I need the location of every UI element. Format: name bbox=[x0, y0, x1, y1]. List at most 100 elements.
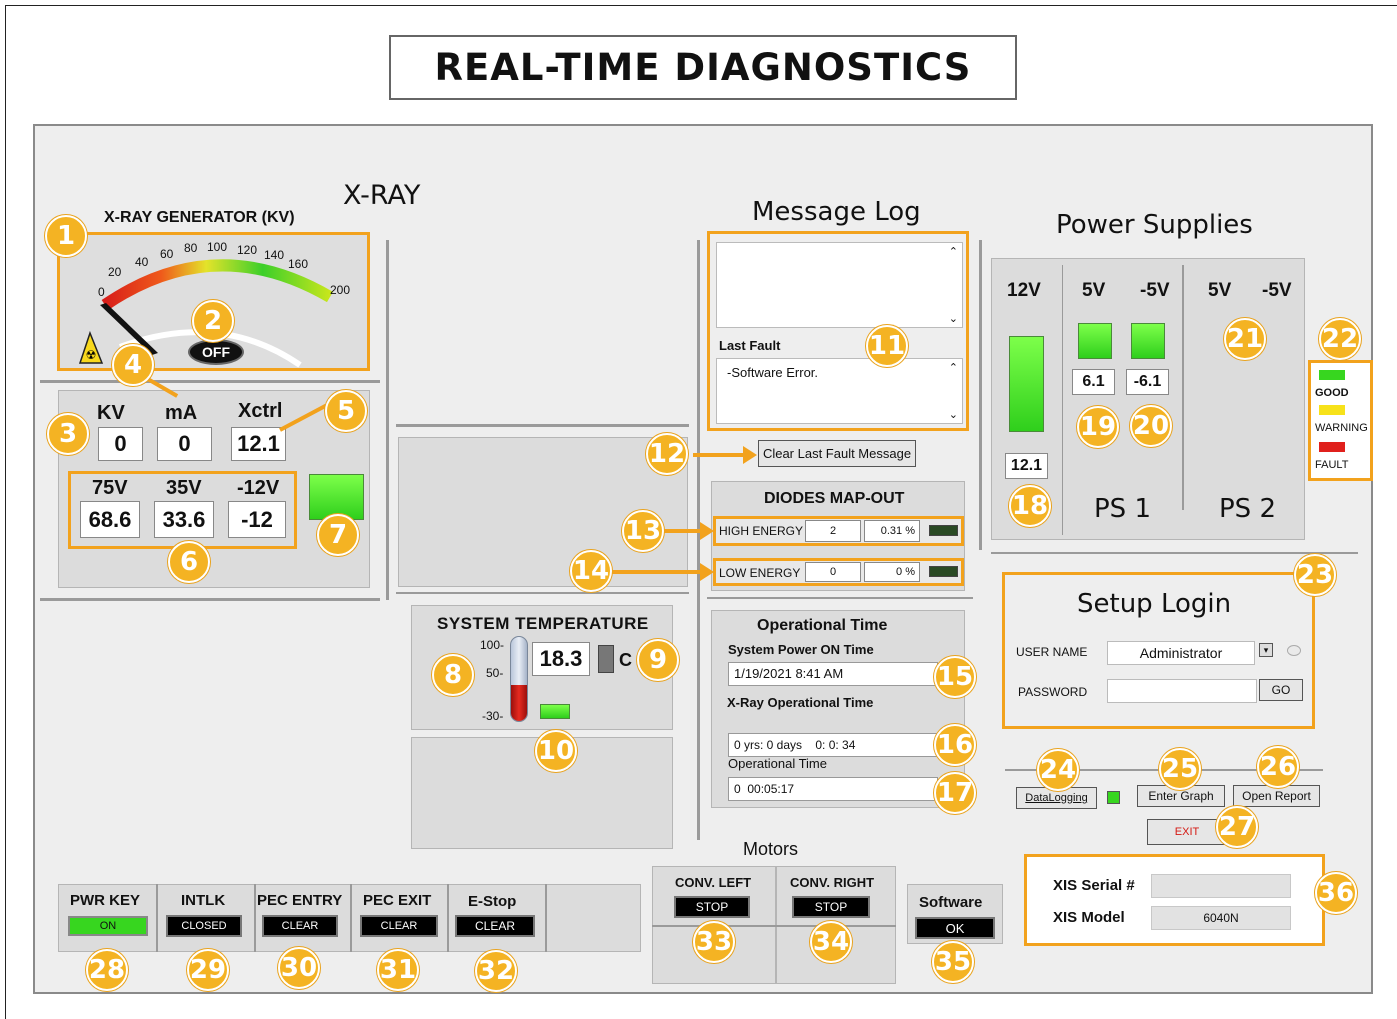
arrow-head-icon bbox=[700, 522, 714, 540]
gauge-tick: 0 bbox=[98, 285, 105, 299]
open-report-button[interactable]: Open Report bbox=[1233, 785, 1320, 807]
op-time-label: Operational Time bbox=[728, 756, 827, 771]
scroll-down-icon[interactable]: ⌄ bbox=[949, 408, 958, 421]
ma-value: 0 bbox=[157, 427, 212, 461]
divider bbox=[396, 592, 689, 594]
scroll-up-icon[interactable]: ⌃ bbox=[949, 361, 958, 374]
user-name-field[interactable]: Administrator bbox=[1107, 641, 1255, 665]
arrow-head-icon bbox=[700, 563, 714, 581]
arrow-head-icon bbox=[743, 446, 757, 464]
callout-badge: 34 bbox=[810, 921, 852, 963]
low-energy-count: 0 bbox=[805, 562, 861, 582]
last-fault-label: Last Fault bbox=[719, 338, 781, 353]
xctrl-value: 12.1 bbox=[231, 427, 286, 461]
thermometer bbox=[510, 636, 528, 722]
kv-value: 0 bbox=[98, 427, 143, 461]
setup-login-title: Setup Login bbox=[1077, 589, 1232, 619]
intlk-label: INTLK bbox=[181, 892, 226, 909]
callout-badge: 22 bbox=[1319, 318, 1361, 360]
pec-entry-label: PEC ENTRY bbox=[257, 892, 343, 909]
xray-section-title: X-RAY bbox=[343, 180, 421, 211]
last-fault-textarea[interactable]: -Software Error. ⌃ ⌄ bbox=[716, 358, 963, 424]
ps2-m5v-label: -5V bbox=[1262, 280, 1292, 301]
status-legend: GOOD WARNING FAULT bbox=[1308, 360, 1373, 481]
ps-m5v-label: -5V bbox=[1140, 280, 1170, 301]
divider bbox=[991, 552, 1358, 554]
divider bbox=[40, 598, 380, 601]
callout-badge: 28 bbox=[86, 949, 128, 991]
callout-badge: 3 bbox=[47, 413, 89, 455]
xis-serial-label: XIS Serial # bbox=[1053, 877, 1135, 894]
go-button[interactable]: GO bbox=[1259, 679, 1303, 701]
datalogging-led bbox=[1107, 791, 1120, 804]
user-name-label: USER NAME bbox=[1016, 645, 1088, 659]
temperature-title: SYSTEM TEMPERATURE bbox=[437, 614, 649, 633]
scroll-down-icon[interactable]: ⌄ bbox=[949, 312, 958, 325]
estop-status[interactable]: CLEAR bbox=[455, 915, 535, 937]
callout-badge: 7 bbox=[317, 514, 359, 556]
svg-text:☢: ☢ bbox=[86, 348, 97, 362]
conv-left-status[interactable]: STOP bbox=[674, 896, 750, 918]
software-label: Software bbox=[919, 894, 983, 911]
high-energy-count: 2 bbox=[805, 520, 861, 542]
callout-badge: 19 bbox=[1077, 406, 1119, 448]
callout-badge: 35 bbox=[932, 941, 974, 983]
callout-arrow bbox=[612, 570, 702, 574]
password-field[interactable] bbox=[1107, 679, 1257, 703]
gauge-off-indicator[interactable]: OFF bbox=[188, 339, 244, 365]
conv-right-status[interactable]: STOP bbox=[792, 896, 870, 918]
intlk-status[interactable]: CLOSED bbox=[166, 915, 242, 937]
software-status[interactable]: OK bbox=[915, 917, 995, 939]
ps-5v-label: 5V bbox=[1082, 280, 1106, 301]
ma-label: mA bbox=[165, 402, 198, 424]
callout-arrow bbox=[693, 453, 745, 457]
xis-serial-value bbox=[1151, 874, 1291, 898]
message-log-textarea[interactable]: ⌃ ⌄ bbox=[716, 242, 963, 328]
gauge-tick: 60 bbox=[160, 247, 174, 261]
login-status-led bbox=[1287, 645, 1301, 656]
pec-exit-status[interactable]: CLEAR bbox=[360, 915, 438, 937]
callout-badge: 25 bbox=[1159, 748, 1201, 790]
ps1-label: PS 1 bbox=[1094, 494, 1151, 524]
low-energy-label: LOW ENERGY bbox=[719, 566, 801, 580]
v75-label: 75V bbox=[92, 477, 128, 499]
callout-badge: 8 bbox=[432, 654, 474, 696]
callout-badge: 32 bbox=[475, 950, 517, 992]
low-energy-percent: 0 % bbox=[864, 562, 920, 582]
divider bbox=[447, 884, 449, 952]
divider bbox=[350, 884, 352, 952]
callout-badge: 31 bbox=[377, 949, 419, 991]
ps-12v-value: 12.1 bbox=[1005, 453, 1048, 479]
high-energy-percent: 0.31 % bbox=[864, 520, 920, 542]
callout-badge: 17 bbox=[934, 772, 976, 814]
kv-label: KV bbox=[97, 402, 125, 424]
power-on-value: 1/19/2021 8:41 AM bbox=[728, 662, 938, 686]
power-on-label: System Power ON Time bbox=[728, 642, 874, 657]
power-supplies-title: Power Supplies bbox=[1056, 210, 1253, 240]
callout-badge: 5 bbox=[325, 390, 367, 432]
pec-entry-status[interactable]: CLEAR bbox=[262, 915, 338, 937]
gauge-title: X-RAY GENERATOR (KV) bbox=[104, 209, 295, 226]
callout-badge: 6 bbox=[168, 541, 210, 583]
callout-badge: 16 bbox=[934, 724, 976, 766]
callout-badge: 14 bbox=[570, 550, 612, 592]
low-energy-led bbox=[929, 566, 958, 577]
callout-badge: 10 bbox=[535, 730, 577, 772]
scroll-up-icon[interactable]: ⌃ bbox=[949, 245, 958, 258]
callout-badge: 29 bbox=[187, 949, 229, 991]
ps2-5v-label: 5V bbox=[1208, 280, 1232, 301]
divider bbox=[156, 884, 158, 952]
callout-badge: 33 bbox=[693, 921, 735, 963]
temp-unit-toggle[interactable] bbox=[598, 645, 614, 673]
user-dropdown-icon[interactable]: ▾ bbox=[1259, 643, 1273, 657]
good-swatch bbox=[1319, 370, 1345, 380]
callout-arrow bbox=[664, 529, 702, 533]
temperature-led bbox=[540, 704, 570, 719]
clear-fault-button[interactable]: Clear Last Fault Message bbox=[758, 440, 916, 467]
temp-scale-high: 100- bbox=[480, 638, 505, 652]
callout-badge: 26 bbox=[1257, 746, 1299, 788]
xray-time-label: X-Ray Operational Time bbox=[727, 695, 874, 710]
gauge-tick: 100 bbox=[207, 240, 228, 254]
exit-button[interactable]: EXIT bbox=[1147, 819, 1227, 845]
pwr-key-status[interactable]: ON bbox=[68, 916, 148, 936]
